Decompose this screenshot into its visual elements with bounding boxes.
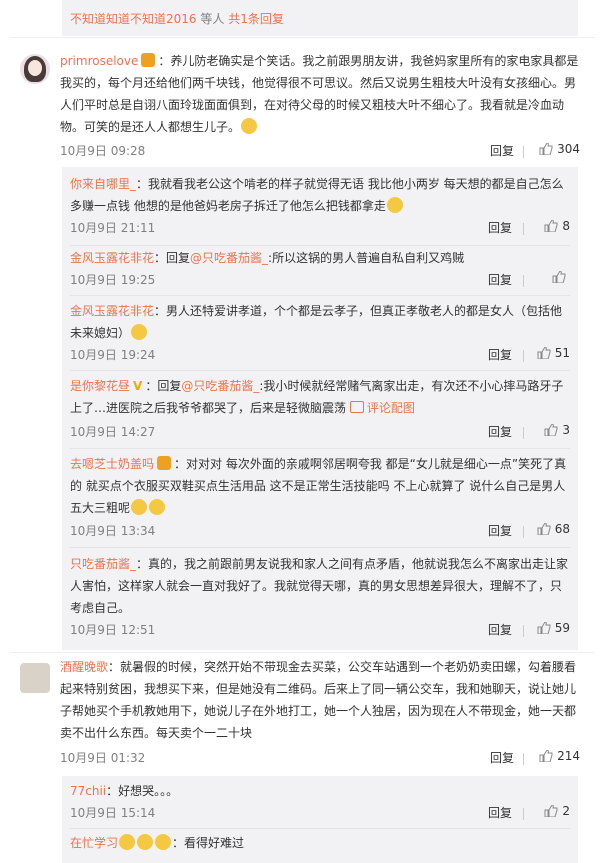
comment-text: primroselove ：养儿防老确实是个笑话。我之前跟男朋友讲，我爸妈家里所有… xyxy=(60,53,579,134)
reply-user[interactable]: 77chii xyxy=(70,784,106,798)
reply-thread: 77chii：好想哭。。。 10月9日 15:14 回复 2 在忙学习 ：看得好难… xyxy=(62,776,578,863)
summary-count-link[interactable]: 共1条回复 xyxy=(228,10,284,27)
cry-emoji-icon xyxy=(155,834,172,850)
like-count: 304 xyxy=(557,142,580,156)
comment-text: 酒醒晚歌：就暑假的时候，突然开始不带现金去买菜，公交车站遇到一个老奶奶卖田螺，勾… xyxy=(60,660,577,740)
like-button[interactable]: 68 xyxy=(528,522,570,536)
like-button[interactable] xyxy=(528,271,570,283)
comment-user[interactable]: 酒醒晚歌 xyxy=(60,660,108,674)
cry-emoji-icon xyxy=(119,834,136,850)
reply-button[interactable]: 回复 xyxy=(488,804,512,821)
divider xyxy=(10,37,595,38)
like-button[interactable]: 2 xyxy=(528,804,570,818)
thumb-up-icon xyxy=(544,424,558,436)
reply-button[interactable]: 回复 xyxy=(488,423,512,440)
divider xyxy=(10,652,595,653)
reply-item: 只吃番茄酱_：真的，我之前跟前男友说我和家人之间有点矛盾，他就说我怎么不离家出走… xyxy=(70,557,569,615)
reply-button[interactable]: 回复 xyxy=(488,346,512,363)
reply-user[interactable]: 金风玉露花非花 xyxy=(70,251,154,265)
comment-time: 10月9日 09:28 xyxy=(60,144,146,158)
summary-suffix: 等人 xyxy=(196,11,229,26)
thumb-up-icon xyxy=(552,271,566,283)
reply-button[interactable]: 回复 xyxy=(488,219,512,236)
thumb-up-icon xyxy=(539,750,553,762)
laugh-emoji-icon xyxy=(149,499,166,515)
thumb-up-icon xyxy=(537,523,551,535)
reply-meta: 10月9日 15:14 回复 2 xyxy=(70,804,570,821)
reply-item: 你来自哪里_：我就看我老公这个啃老的样子就觉得无语 我比他小两岁 每天想的都是自… xyxy=(70,177,564,213)
comment-image-link[interactable]: 评论配图 xyxy=(349,401,415,415)
reply-user[interactable]: 在忙学习 xyxy=(70,836,118,850)
comment-user[interactable]: primroselove xyxy=(60,54,138,68)
like-button[interactable]: 214 xyxy=(530,749,580,763)
smile-emoji-icon xyxy=(386,197,403,213)
summary-users[interactable]: 不知道知道不知道2016 xyxy=(70,10,197,27)
reply-meta: 10月9日 14:27 回复 3 xyxy=(70,423,570,440)
reply-meta: 10月9日 12:51 回复 59 xyxy=(70,621,570,638)
thumb-up-icon xyxy=(537,622,551,634)
reply-item: 在忙学习 ：看得好难过 xyxy=(70,834,245,850)
reply-button[interactable]: 回复 xyxy=(488,522,512,539)
mention-link[interactable]: @只吃番茄酱_ xyxy=(181,379,259,393)
thumb-up-icon xyxy=(537,347,551,359)
reply-user[interactable]: 金风玉露花非花 xyxy=(70,304,154,318)
reply-meta: 10月9日 21:11 回复 8 xyxy=(70,219,570,236)
pray-emoji-icon xyxy=(241,118,258,134)
like-button[interactable]: 304 xyxy=(530,142,580,156)
reply-button[interactable]: 回复 xyxy=(490,142,514,159)
comment-meta: 10月9日 01:32 回复 214 xyxy=(60,749,580,766)
reply-meta: 10月9日 19:24 回复 51 xyxy=(70,346,570,363)
like-button[interactable]: 51 xyxy=(528,346,570,360)
reply-button[interactable]: 回复 xyxy=(490,749,514,766)
reply-button[interactable]: 回复 xyxy=(488,621,512,638)
member-badge-icon xyxy=(157,456,172,470)
reply-user[interactable]: 你来自哪里_ xyxy=(70,177,136,191)
reply-button[interactable]: 回复 xyxy=(488,271,512,288)
reply-item: 金风玉露花非花：回复@只吃番茄酱_:所以这锅的男人普遍自私自利又鸡贼 xyxy=(70,251,465,265)
like-button[interactable]: 8 xyxy=(528,219,570,233)
laugh-emoji-icon xyxy=(131,499,148,515)
avatar[interactable] xyxy=(20,54,50,84)
reply-summary-bar: 不知道知道不知道2016 等人 共1条回复 xyxy=(62,0,578,36)
mention-link[interactable]: @只吃番茄酱_ xyxy=(190,251,268,265)
reply-item: 77chii：好想哭。。。 xyxy=(70,784,179,798)
like-button[interactable]: 3 xyxy=(528,423,570,437)
cry-emoji-icon xyxy=(137,834,154,850)
reply-user[interactable]: 去嗯芝士奶盖吗 xyxy=(70,457,154,471)
reply-item: 去嗯芝士奶盖吗 ：对对对 每次外面的亲戚啊邻居啊夸我 都是“女儿就是细心一点”笑死… xyxy=(70,456,567,515)
comment-meta: 10月9日 09:28 回复 304 xyxy=(60,142,580,162)
reply-item: 金风玉露花非花：男人还特爱讲孝道，个个都是云孝子，但真正孝敬老人的都是女人（包括… xyxy=(70,304,563,340)
vip-icon: V xyxy=(133,379,143,393)
reply-meta: 10月9日 19:25 回复 xyxy=(70,271,570,291)
reply-user[interactable]: 是你黎花昼 xyxy=(70,379,130,393)
cat-emoji-icon xyxy=(131,324,148,340)
member-badge-icon xyxy=(141,53,156,67)
thumb-up-icon xyxy=(544,805,558,817)
reply-meta: 10月9日 13:34 回复 68 xyxy=(70,522,570,539)
thumb-up-icon xyxy=(544,220,558,232)
avatar[interactable] xyxy=(20,663,50,693)
like-button[interactable]: 59 xyxy=(528,621,570,635)
reply-thread: 你来自哪里_：我就看我老公这个啃老的样子就觉得无语 我比他小两岁 每天想的都是自… xyxy=(62,167,578,650)
reply-item: 是你黎花昼 V ：回复@只吃番茄酱_:我小时候就经常赌气离家出走，有次还不小心摔马路… xyxy=(70,375,570,419)
image-icon xyxy=(349,401,364,413)
thumb-up-icon xyxy=(539,143,553,155)
reply-user[interactable]: 只吃番茄酱_ xyxy=(70,557,136,571)
